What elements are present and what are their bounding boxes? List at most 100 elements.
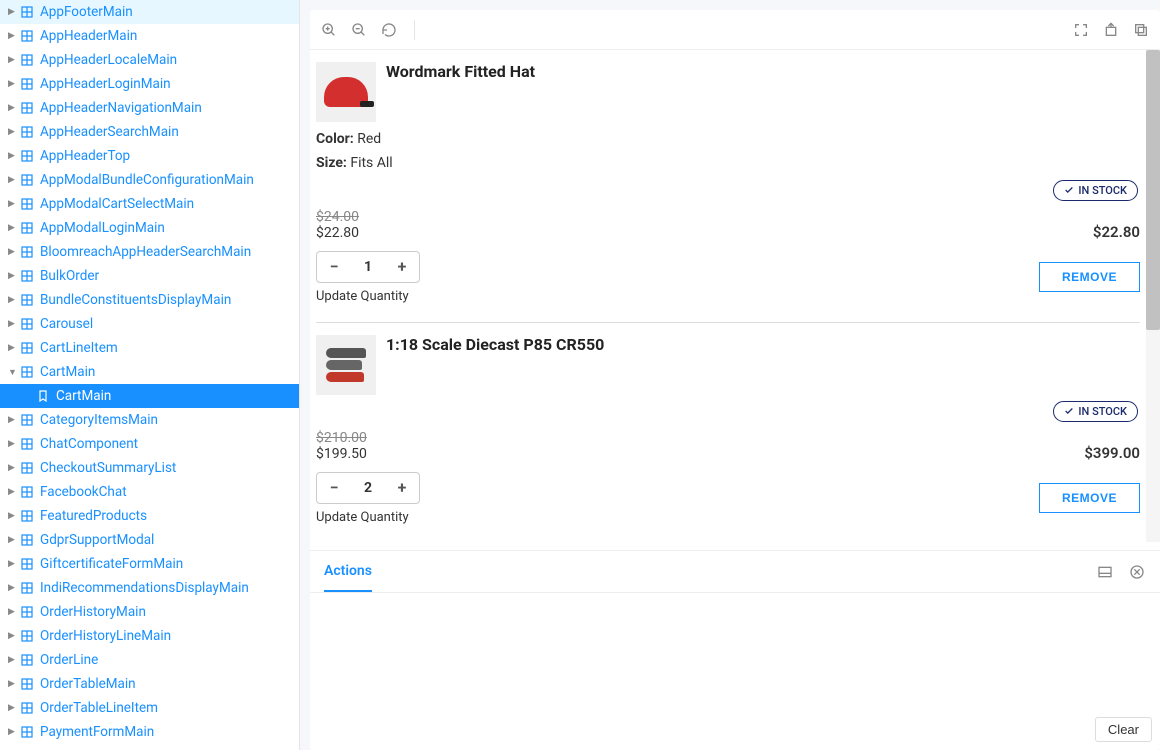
caret-icon[interactable] (8, 31, 18, 41)
tree-item-featuredproducts[interactable]: FeaturedProducts (0, 504, 299, 528)
component-icon (20, 341, 34, 355)
caret-icon[interactable] (8, 535, 18, 545)
tree-item-label: CategoryItemsMain (40, 412, 158, 428)
tree-item-chatcomponent[interactable]: ChatComponent (0, 432, 299, 456)
tree-item-bloomreachappheadersearchmain[interactable]: BloomreachAppHeaderSearchMain (0, 240, 299, 264)
tree-item-ordertablemain[interactable]: OrderTableMain (0, 672, 299, 696)
tree-item-cartlineitem[interactable]: CartLineItem (0, 336, 299, 360)
tree-item-cartmain[interactable]: CartMain (0, 360, 299, 384)
caret-icon[interactable] (8, 463, 18, 473)
caret-icon[interactable] (8, 487, 18, 497)
scrollbar-thumb[interactable] (1146, 50, 1160, 330)
tree-item-appheadermain[interactable]: AppHeaderMain (0, 24, 299, 48)
tree-item-appheadernavigationmain[interactable]: AppHeaderNavigationMain (0, 96, 299, 120)
price-current: $199.50 (316, 446, 367, 462)
caret-icon[interactable] (8, 343, 18, 353)
remove-button[interactable]: REMOVE (1039, 483, 1140, 513)
tree-item-label: AppHeaderNavigationMain (40, 100, 202, 116)
tree-item-label: BloomreachAppHeaderSearchMain (40, 244, 251, 260)
update-quantity-label[interactable]: Update Quantity (316, 289, 420, 304)
caret-icon[interactable] (8, 247, 18, 257)
caret-icon[interactable] (8, 319, 18, 329)
price-current: $22.80 (316, 225, 359, 241)
caret-icon[interactable] (8, 127, 18, 137)
tree-item-gdprsupportmodal[interactable]: GdprSupportModal (0, 528, 299, 552)
caret-icon[interactable] (8, 103, 18, 113)
caret-icon[interactable] (8, 271, 18, 281)
tree-item-facebookchat[interactable]: FacebookChat (0, 480, 299, 504)
tree-item-checkoutsummarylist[interactable]: CheckoutSummaryList (0, 456, 299, 480)
tree-item-orderhistorymain[interactable]: OrderHistoryMain (0, 600, 299, 624)
tree-item-giftcertificateformmain[interactable]: GiftcertificateFormMain (0, 552, 299, 576)
caret-icon[interactable] (8, 607, 18, 617)
tree-item-label: CartMain (40, 364, 95, 380)
qty-increase-button[interactable]: + (385, 252, 419, 282)
clear-button[interactable]: Clear (1095, 717, 1152, 742)
remove-button[interactable]: REMOVE (1039, 262, 1140, 292)
actions-tab[interactable]: Actions (324, 551, 372, 592)
component-icon (20, 653, 34, 667)
copy-icon[interactable] (1132, 21, 1150, 39)
scrollbar-track[interactable] (1146, 50, 1160, 542)
zoom-out-icon[interactable] (350, 21, 368, 39)
caret-icon[interactable] (8, 415, 18, 425)
tree-item-orderhistorylinemain[interactable]: OrderHistoryLineMain (0, 624, 299, 648)
tree-item-bundleconstituentsdisplaymain[interactable]: BundleConstituentsDisplayMain (0, 288, 299, 312)
tree-item-label: FacebookChat (40, 484, 127, 500)
tree-item-label: OrderTableMain (40, 676, 136, 692)
tree-item-appheaderloginmain[interactable]: AppHeaderLoginMain (0, 72, 299, 96)
tree-item-categoryitemsmain[interactable]: CategoryItemsMain (0, 408, 299, 432)
caret-icon[interactable] (8, 727, 18, 737)
caret-icon[interactable] (8, 7, 18, 17)
caret-icon[interactable] (8, 511, 18, 521)
caret-icon[interactable] (8, 175, 18, 185)
tree-item-label: OrderLine (40, 652, 98, 668)
tree-item-appmodalcartselectmain[interactable]: AppModalCartSelectMain (0, 192, 299, 216)
caret-icon[interactable] (8, 559, 18, 569)
fullscreen-icon[interactable] (1072, 21, 1090, 39)
component-icon (20, 293, 34, 307)
caret-icon[interactable] (8, 79, 18, 89)
tree-item-bulkorder[interactable]: BulkOrder (0, 264, 299, 288)
tree-item-appmodalloginmain[interactable]: AppModalLoginMain (0, 216, 299, 240)
zoom-in-icon[interactable] (320, 21, 338, 39)
tree-item-indirecommendationsdisplaymain[interactable]: IndiRecommendationsDisplayMain (0, 576, 299, 600)
tree-item-ordertablelineitem[interactable]: OrderTableLineItem (0, 696, 299, 720)
caret-icon[interactable] (8, 679, 18, 689)
tree-item-appfootermain[interactable]: AppFooterMain (0, 0, 299, 24)
qty-value: 2 (351, 480, 385, 496)
caret-icon[interactable] (8, 367, 18, 378)
tree-item-label: OrderHistoryMain (40, 604, 146, 620)
open-new-tab-icon[interactable] (1102, 21, 1120, 39)
tree-item-orderline[interactable]: OrderLine (0, 648, 299, 672)
tree-item-appmodalbundleconfigurationmain[interactable]: AppModalBundleConfigurationMain (0, 168, 299, 192)
caret-icon[interactable] (8, 151, 18, 161)
dock-bottom-icon[interactable] (1096, 563, 1114, 581)
qty-increase-button[interactable]: + (385, 473, 419, 503)
caret-icon[interactable] (8, 655, 18, 665)
caret-icon[interactable] (8, 703, 18, 713)
update-quantity-label[interactable]: Update Quantity (316, 510, 420, 525)
refresh-icon[interactable] (380, 21, 398, 39)
tree-item-appheaderlocalemain[interactable]: AppHeaderLocaleMain (0, 48, 299, 72)
qty-decrease-button[interactable]: − (317, 473, 351, 503)
qty-decrease-button[interactable]: − (317, 252, 351, 282)
tree-item-cartmain-child[interactable]: CartMain (0, 384, 299, 408)
tree-item-appheadertop[interactable]: AppHeaderTop (0, 144, 299, 168)
caret-icon[interactable] (8, 631, 18, 641)
caret-icon[interactable] (8, 199, 18, 209)
caret-icon[interactable] (8, 223, 18, 233)
caret-icon[interactable] (8, 295, 18, 305)
tree-item-carousel[interactable]: Carousel (0, 312, 299, 336)
caret-icon[interactable] (8, 55, 18, 65)
component-icon (20, 437, 34, 451)
close-panel-icon[interactable] (1128, 563, 1146, 581)
tree-item-paymentformmain[interactable]: PaymentFormMain (0, 720, 299, 744)
stock-badge: IN STOCK (1053, 401, 1138, 422)
component-tree-sidebar: AppFooterMainAppHeaderMainAppHeaderLocal… (0, 0, 300, 750)
tree-item-appheadersearchmain[interactable]: AppHeaderSearchMain (0, 120, 299, 144)
tree-item-label: AppModalCartSelectMain (40, 196, 194, 212)
tree-item-label: BulkOrder (40, 268, 99, 284)
caret-icon[interactable] (8, 583, 18, 593)
caret-icon[interactable] (8, 439, 18, 449)
